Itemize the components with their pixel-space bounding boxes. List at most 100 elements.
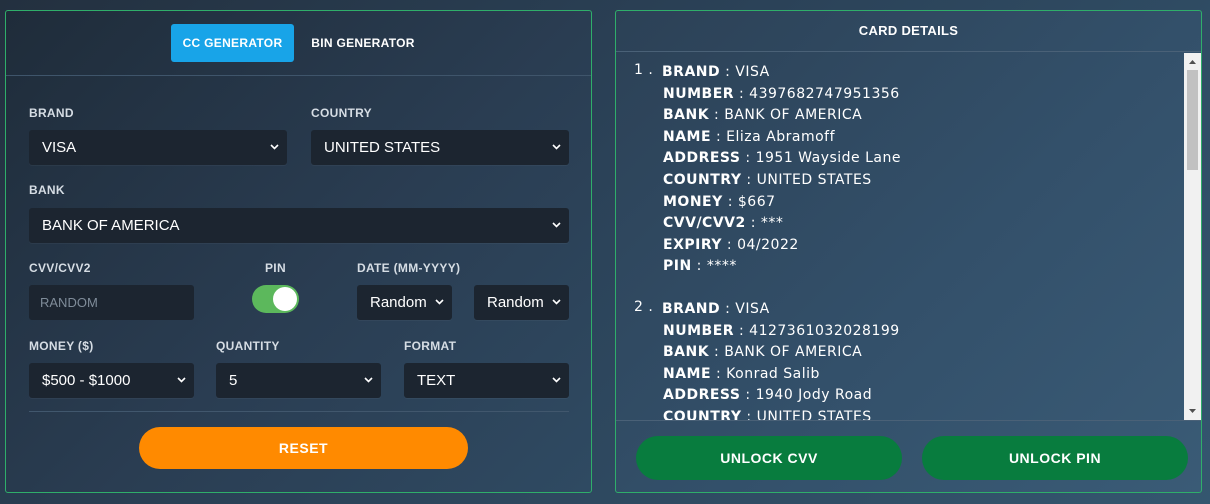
card-field-value: 4127361032028199 [749,322,900,339]
card-field-key: MONEY [663,193,723,210]
date-month-select[interactable]: Random [357,285,452,320]
chevron-down-icon [552,298,561,306]
card-field-value: BANK OF AMERICA [724,107,863,124]
card-field-value: $667 [737,193,776,210]
chevron-down-icon [552,221,561,229]
card-field-value: UNITED STATES [756,171,872,188]
card-field: NUMBER : 4397682747951356 [634,84,1184,106]
card-field-key: ADDRESS [663,150,741,167]
card-field-value: Konrad Salib [726,365,820,382]
card-index: 1 . [634,62,654,78]
card-field: BANK : BANK OF AMERICA [634,342,1184,364]
unlock-pin-button[interactable]: UNLOCK PIN [922,436,1188,480]
card-field: COUNTRY : UNITED STATES [634,170,1184,192]
toggle-knob [273,287,297,311]
chevron-down-icon [270,143,279,151]
card-field-value: BANK OF AMERICA [724,344,863,361]
card-field-value: UNITED STATES [756,408,872,420]
card-field-separator: : [734,85,750,102]
card-field-value: 04/2022 [737,236,799,253]
quantity-select[interactable]: 5 [216,363,381,398]
card-field-key: BRAND [662,64,721,80]
card-field-separator: : [740,387,756,404]
tab-bin-generator[interactable]: BIN GENERATOR [302,24,424,62]
brand-value: VISA [42,139,77,156]
money-select[interactable]: $500 - $1000 [29,363,194,398]
card-field-separator: : [745,215,761,232]
card-field: PIN : **** [634,256,1184,278]
card-field: BANK : BANK OF AMERICA [634,105,1184,127]
date-year-value: Random [487,294,544,311]
bank-label: BANK [29,183,65,197]
card-entry: 2 . BRAND : VISA NUMBER : 4127361032028199… [634,299,1184,420]
card-field: COUNTRY : UNITED STATES [634,407,1184,420]
pin-toggle[interactable] [252,285,299,313]
card-field-key: BRAND [662,300,721,317]
country-select[interactable]: UNITED STATES [311,130,569,165]
chevron-down-icon [552,376,561,384]
card-field-key: NUMBER [663,322,735,339]
card-field-key: NAME [663,128,712,145]
card-field: CVV/CVV2 : *** [634,213,1184,235]
card-field-separator: : [720,64,736,80]
pin-label: PIN [265,261,286,275]
card-field-separator: : [720,300,736,317]
card-field-separator: : [691,258,707,275]
chevron-down-icon [364,376,373,384]
format-value: TEXT [417,372,456,389]
card-field-value: *** [760,215,784,232]
card-field-separator: : [709,344,725,361]
card-field-value: 1951 Wayside Lane [755,150,901,167]
card-index: 2 . [634,298,654,315]
money-value: $500 - $1000 [42,372,131,389]
scroll-thumb[interactable] [1187,70,1198,170]
brand-label: BRAND [29,106,74,120]
scroll-down-arrow-icon[interactable] [1184,404,1201,418]
chevron-down-icon [177,376,186,384]
unlock-cvv-button[interactable]: UNLOCK CVV [636,436,902,480]
card-field-value: VISA [735,64,770,80]
card-field-value: **** [706,258,737,275]
quantity-label: QUANTITY [216,339,280,353]
chevron-down-icon [552,143,561,151]
card-field-separator: : [741,171,757,188]
card-entry: 1 . BRAND : VISA NUMBER : 4397682747951356… [634,62,1184,278]
country-value: UNITED STATES [324,139,441,156]
bank-select[interactable]: BANK OF AMERICA [29,208,569,243]
card-field-separator: : [721,236,738,253]
country-label: COUNTRY [311,106,372,120]
generator-tabs: CC GENERATOR BIN GENERATOR [6,11,591,76]
card-field-key: COUNTRY [663,171,742,188]
date-label: DATE (MM-YYYY) [357,261,461,275]
card-field-key: NUMBER [663,85,735,102]
card-field-separator: : [711,365,727,382]
date-year-select[interactable]: Random [474,285,569,320]
quantity-value: 5 [229,372,238,389]
chevron-down-icon [435,298,444,306]
card-field: NAME : Eliza Abramoff [634,127,1184,149]
card-field: ADDRESS : 1940 Jody Road [634,385,1184,407]
format-select[interactable]: TEXT [404,363,569,398]
card-field: NAME : Konrad Salib [634,364,1184,386]
card-field: NUMBER : 4127361032028199 [634,321,1184,343]
tab-cc-generator[interactable]: CC GENERATOR [171,24,294,62]
card-field-value: VISA [735,300,770,317]
card-field: BRAND : VISA [634,299,1184,321]
card-field-value: 1940 Jody Road [755,387,873,404]
card-list: 1 . BRAND : VISA NUMBER : 4397682747951356… [616,53,1184,420]
card-field-key: BANK [663,344,710,361]
form-divider [29,411,569,412]
card-field: ADDRESS : 1951 Wayside Lane [634,148,1184,170]
card-field: MONEY : $667 [634,192,1184,214]
card-field-key: NAME [663,365,712,382]
card-field-separator: : [740,150,756,167]
card-list-scrollbar[interactable] [1184,53,1201,420]
card-field: EXPIRY : 04/2022 [634,235,1184,257]
cvv-label: CVV/CVV2 [29,261,91,275]
scroll-up-arrow-icon[interactable] [1184,55,1201,69]
card-field-separator: : [741,408,757,420]
generator-panel: CC GENERATOR BIN GENERATOR BRAND VISA CO… [5,10,592,493]
brand-select[interactable]: VISA [29,130,287,165]
reset-button[interactable]: RESET [139,427,468,469]
cvv-input[interactable] [29,285,194,320]
